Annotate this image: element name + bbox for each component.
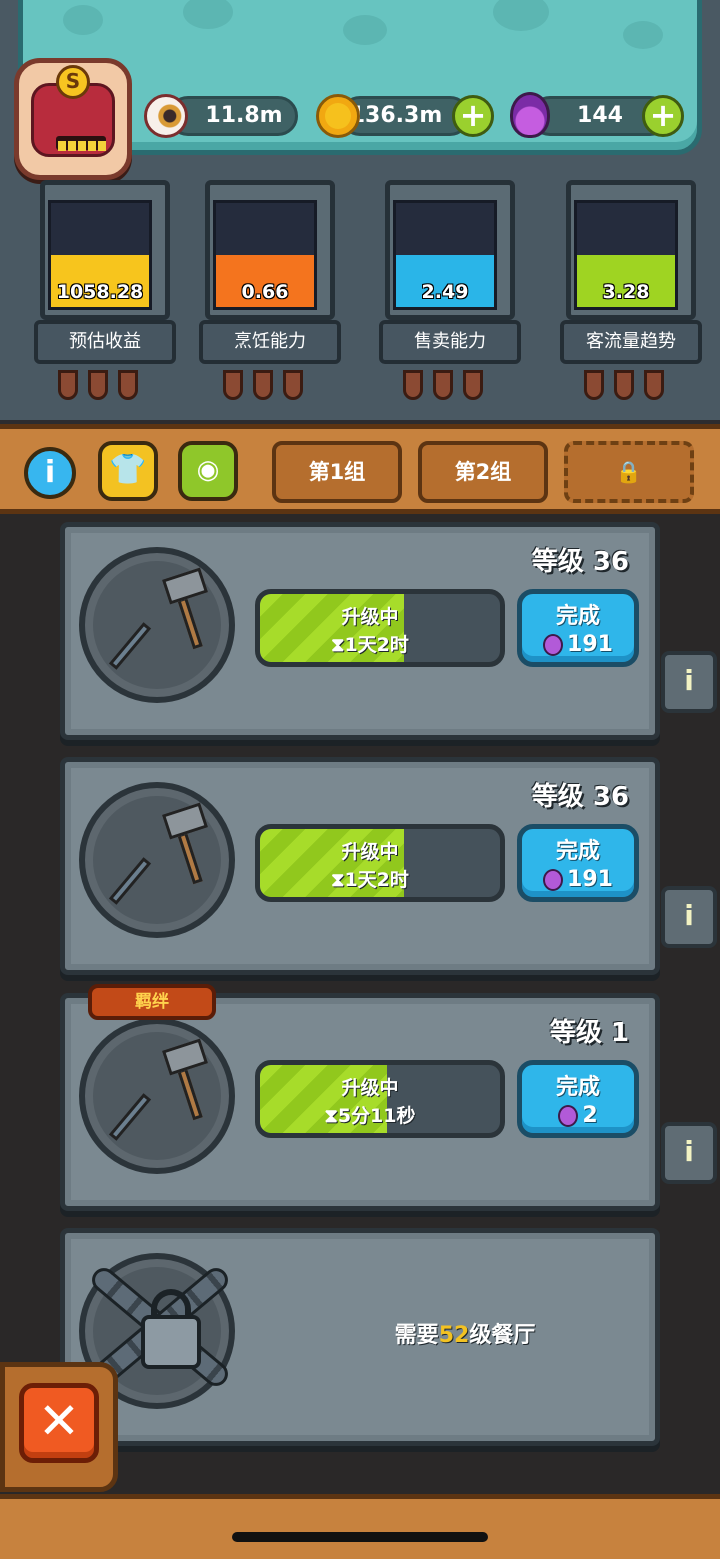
upgrade-progress-bar: 升级中 ⧗5分11秒 [255, 1060, 505, 1138]
stat-estimated-income: 1058.28 预估收益 [30, 180, 180, 410]
stat-value: 2.49 [421, 281, 469, 303]
slot-info-button[interactable]: i [661, 886, 717, 948]
stat-label: 售卖能力 [379, 320, 521, 364]
stat-label: 烹饪能力 [199, 320, 341, 364]
tab-group-2[interactable]: 第2组 [418, 441, 548, 503]
close-icon: ✕ [38, 1392, 80, 1450]
toolbar: i 👕 ◉ 第1组 第2组 🔒 [0, 424, 720, 514]
close-button-frame: ✕ [0, 1362, 118, 1492]
hammer-nail-icon [79, 547, 235, 703]
stat-cooking-ability: 0.66 烹饪能力 [195, 180, 345, 410]
tab-locked[interactable]: 🔒 [564, 441, 694, 503]
tank-glass: 1058.28 [48, 200, 152, 310]
upgrade-slot-2: 等级 36 升级中 ⧗1天2时 完成 191 i [60, 757, 717, 975]
finish-cost: 2 [582, 1103, 598, 1128]
progress-time: 5分11秒 [337, 1105, 416, 1127]
coin-icon [316, 94, 360, 138]
bond-badge: 羁绊 [88, 984, 216, 1020]
finish-label: 完成 [555, 1075, 600, 1100]
coins-value: 136.3m [349, 103, 443, 128]
finish-now-button[interactable]: 完成 191 [517, 589, 639, 667]
locked-requirement: 需要52级餐厅 [394, 1323, 536, 1348]
locked-slot: 需要52级餐厅 [60, 1228, 660, 1446]
progress-status: 升级中 [341, 841, 399, 863]
potion-icon [543, 634, 564, 656]
slot-level: 等级 36 [531, 782, 629, 812]
stat-label: 预估收益 [34, 320, 176, 364]
potions-value: 144 [577, 103, 623, 128]
slot-info-button[interactable]: i [661, 1122, 717, 1184]
lock-icon: 🔒 [615, 460, 643, 484]
tank-glass: 3.28 [574, 200, 678, 310]
slot-info-button[interactable]: i [661, 651, 717, 713]
eyes-value: 11.8m [205, 103, 283, 128]
finish-label: 完成 [555, 839, 600, 864]
potion-icon [510, 92, 550, 138]
finish-now-button[interactable]: 完成 191 [517, 824, 639, 902]
potion-icon [558, 1105, 579, 1127]
upgrade-slot-1: 等级 36 升级中 ⧗1天2时 完成 191 i [60, 522, 717, 740]
upgrade-progress-bar: 升级中 ⧗1天2时 [255, 824, 505, 902]
home-indicator[interactable] [232, 1532, 488, 1542]
avatar-coin-icon: S [56, 65, 90, 99]
progress-time: 1天2时 [344, 634, 409, 656]
stat-selling-ability: 2.49 售卖能力 [375, 180, 525, 410]
tank-glass: 0.66 [213, 200, 317, 310]
tank-glass: 2.49 [393, 200, 497, 310]
add-potions-button[interactable]: + [642, 95, 684, 137]
finish-cost: 191 [567, 632, 613, 657]
stat-customer-trend: 3.28 客流量趋势 [556, 180, 706, 410]
progress-status: 升级中 [341, 1077, 399, 1099]
stat-value: 1058.28 [56, 281, 144, 303]
eyeball-icon [144, 94, 188, 138]
stat-value: 0.66 [241, 281, 289, 303]
required-level: 52 [438, 1323, 470, 1348]
close-button[interactable]: ✕ [19, 1383, 99, 1463]
sausage-button[interactable]: ◉ [178, 441, 238, 501]
stat-value: 3.28 [602, 281, 650, 303]
info-button[interactable]: i [24, 447, 76, 499]
progress-status: 升级中 [341, 606, 399, 628]
costume-button[interactable]: 👕 [98, 441, 158, 501]
upgrade-slot-3: 等级 1 升级中 ⧗5分11秒 完成 2 i [60, 993, 717, 1211]
upgrade-progress-bar: 升级中 ⧗1天2时 [255, 589, 505, 667]
stat-label: 客流量趋势 [560, 320, 702, 364]
hammer-nail-icon [79, 1018, 235, 1174]
finish-now-button[interactable]: 完成 2 [517, 1060, 639, 1138]
player-avatar[interactable]: S [14, 58, 132, 180]
slot-level: 等级 36 [531, 547, 629, 577]
avatar-teeth [56, 136, 106, 151]
progress-time: 1天2时 [344, 869, 409, 891]
potion-icon [543, 869, 564, 891]
bottom-bar [0, 1494, 720, 1559]
slot-level: 等级 1 [549, 1018, 629, 1048]
finish-cost: 191 [567, 867, 613, 892]
tab-group-1[interactable]: 第1组 [272, 441, 402, 503]
add-coins-button[interactable]: + [452, 95, 494, 137]
finish-label: 完成 [555, 604, 600, 629]
hammer-nail-icon [79, 782, 235, 938]
